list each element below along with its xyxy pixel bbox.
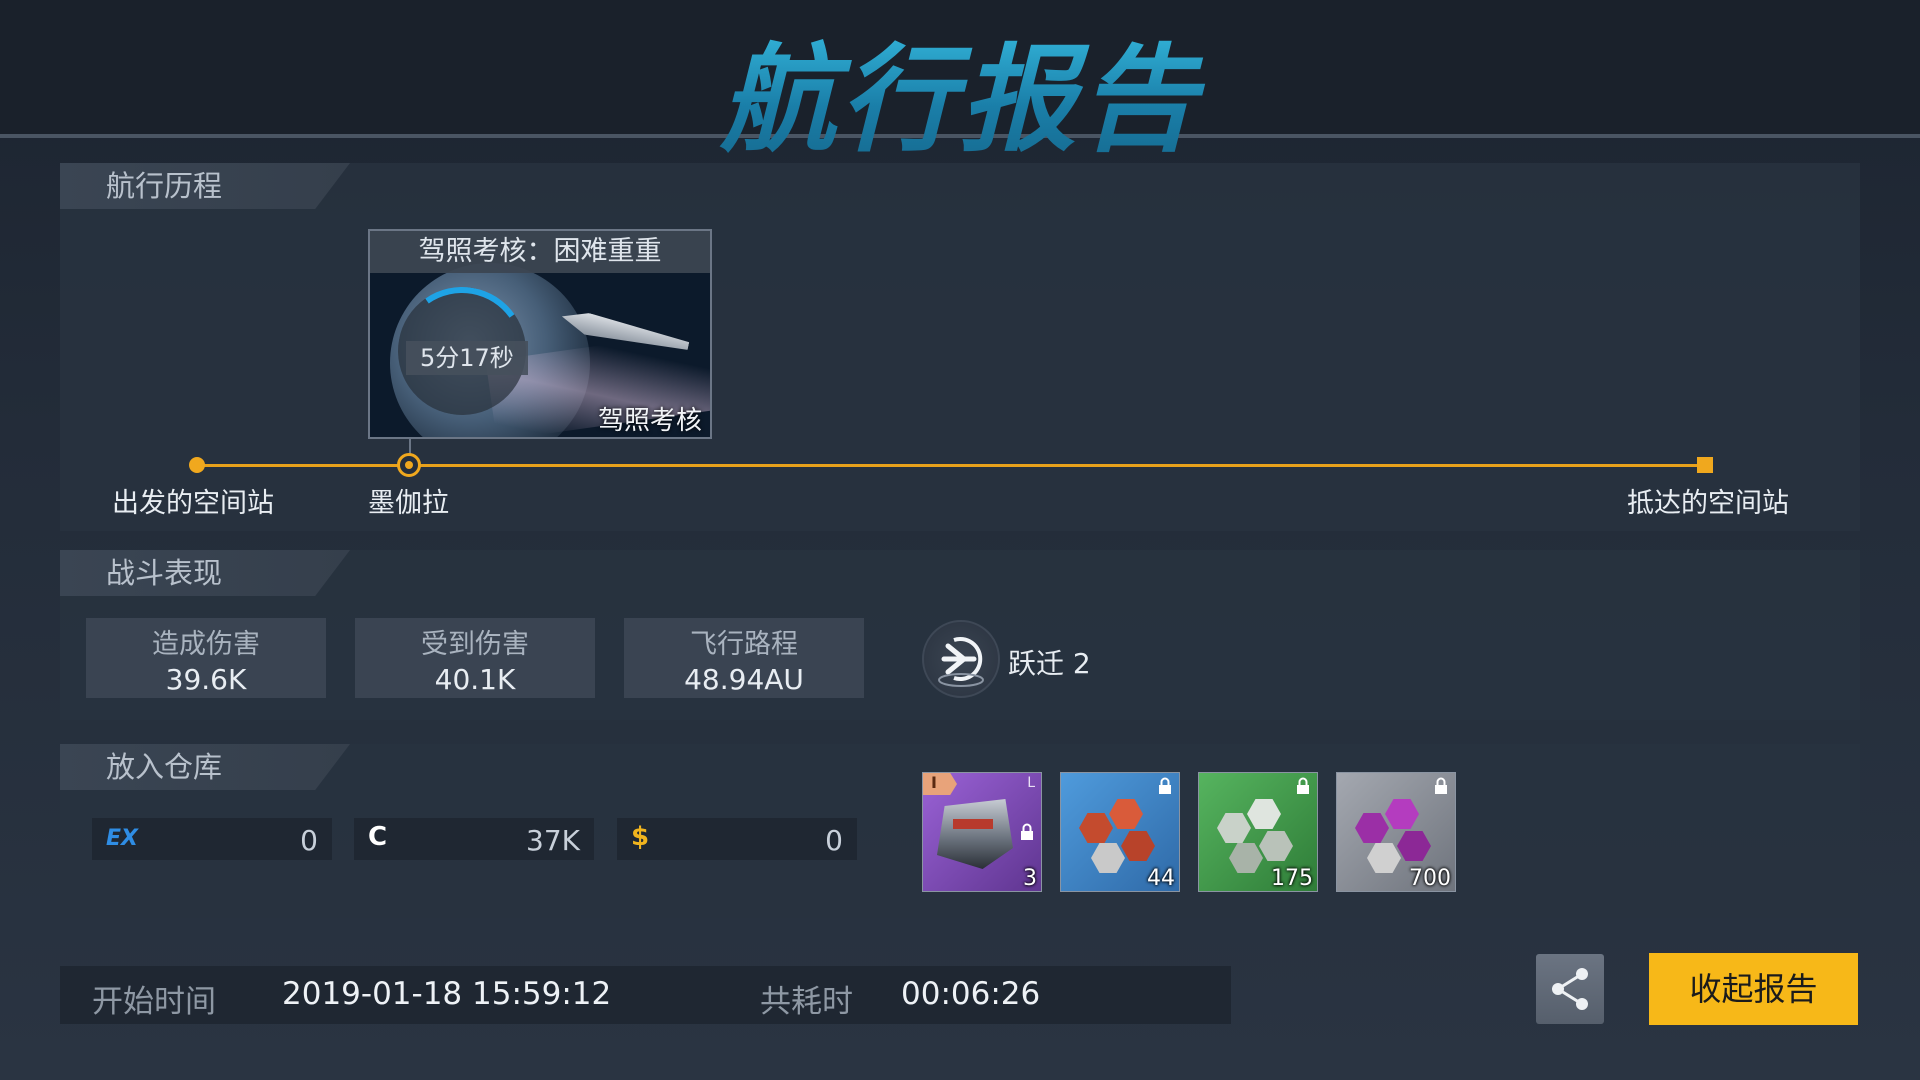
item-count: 700 <box>1409 866 1451 891</box>
storage-panel: 放入仓库 EX 0 C 37K $ 0 I L 3 44 175 700 <box>60 744 1860 918</box>
duration-label: 共耗时 <box>760 984 853 1020</box>
warp-icon <box>922 620 1000 698</box>
currency-value: 0 <box>300 824 318 857</box>
item-slot-purple-crystal[interactable]: 700 <box>1336 772 1456 892</box>
lock-icon <box>1435 777 1447 794</box>
stat-value: 48.94AU <box>684 663 804 696</box>
route-line <box>197 464 1707 467</box>
item-slot-orange-crystal[interactable]: 44 <box>1060 772 1180 892</box>
combat-tab-label: 战斗表现 <box>60 550 350 596</box>
warp-count-label: 跃迁 2 <box>1008 647 1091 680</box>
crystal-piece <box>1109 799 1143 829</box>
stat-damage-dealt: 造成伤害 39.6K <box>86 618 326 698</box>
item-count: 175 <box>1271 866 1313 891</box>
share-icon <box>1552 968 1588 1010</box>
item-slot-turret[interactable]: I L 3 <box>922 772 1042 892</box>
item-slot-green-crystal[interactable]: 175 <box>1198 772 1318 892</box>
event-timer: 5分17秒 <box>406 341 528 375</box>
lock-icon <box>1021 823 1033 840</box>
header-bar: 航行报告 <box>0 0 1920 168</box>
voyage-panel: 航行历程 5分17秒 驾照考核 驾照考核：困难重重 出发的空间站 墨伽拉 抵达的… <box>60 163 1860 531</box>
currency-value: 0 <box>825 824 843 857</box>
currency-credits: C 37K <box>354 818 594 860</box>
event-card-title: 驾照考核：困难重重 <box>370 231 710 273</box>
duration-value: 00:06:26 <box>901 976 1041 1012</box>
page-title: 航行报告 <box>0 6 1920 174</box>
lock-icon <box>1159 777 1171 794</box>
green-crystal-icon <box>1217 813 1251 843</box>
route-node-waypoint[interactable] <box>397 453 421 477</box>
stat-label: 受到伤害 <box>421 629 529 660</box>
crystal-piece <box>1397 831 1431 861</box>
turret-stripe <box>953 819 993 829</box>
event-image: 5分17秒 驾照考核 <box>370 263 710 437</box>
event-card[interactable]: 5分17秒 驾照考核 驾照考核：困难重重 <box>368 229 712 439</box>
crystal-piece <box>1385 799 1419 829</box>
turret-module-icon <box>937 799 1013 869</box>
stat-value: 40.1K <box>434 663 516 696</box>
currency-ex: EX 0 <box>92 818 332 860</box>
route-label-waypoint: 墨伽拉 <box>368 488 449 519</box>
route-node-end <box>1697 457 1713 473</box>
stat-label: 造成伤害 <box>152 629 260 660</box>
currency-dollar: $ 0 <box>617 818 857 860</box>
route-node-start <box>189 457 205 473</box>
item-count: 44 <box>1147 866 1175 891</box>
size-label: L <box>1027 775 1035 791</box>
storage-tab-label: 放入仓库 <box>60 744 350 790</box>
crystal-piece <box>1229 843 1263 873</box>
start-time-label: 开始时间 <box>92 984 216 1020</box>
share-button[interactable] <box>1536 954 1604 1024</box>
combat-panel: 战斗表现 造成伤害 39.6K 受到伤害 40.1K 飞行路程 48.94AU … <box>60 550 1860 720</box>
event-type-label: 驾照考核 <box>597 406 702 436</box>
voyage-tab-label: 航行历程 <box>60 163 350 209</box>
collapse-report-button[interactable]: 收起报告 <box>1649 953 1858 1025</box>
crystal-piece <box>1367 843 1401 873</box>
crystal-piece <box>1247 799 1281 829</box>
orange-crystal-icon <box>1079 813 1113 843</box>
time-info-bar: 开始时间 2019-01-18 15:59:12 共耗时 00:06:26 <box>60 966 1231 1024</box>
currency-value: 37K <box>526 824 580 857</box>
route-label-end: 抵达的空间站 <box>1627 488 1789 519</box>
credits-currency-icon: C <box>368 822 388 852</box>
stat-damage-taken: 受到伤害 40.1K <box>355 618 595 698</box>
ex-currency-icon: EX <box>106 826 138 851</box>
route-label-start: 出发的空间站 <box>112 488 274 519</box>
stat-value: 39.6K <box>165 663 247 696</box>
tier-badge: I <box>923 773 957 795</box>
crystal-piece <box>1259 831 1293 861</box>
stat-flight-distance: 飞行路程 48.94AU <box>624 618 864 698</box>
dollar-currency-icon: $ <box>631 822 650 852</box>
crystal-piece <box>1091 843 1125 873</box>
purple-crystal-icon <box>1355 813 1389 843</box>
stat-label: 飞行路程 <box>690 629 798 660</box>
crystal-piece <box>1121 831 1155 861</box>
item-count: 3 <box>1023 866 1037 891</box>
lock-icon <box>1297 777 1309 794</box>
start-time-value: 2019-01-18 15:59:12 <box>282 976 612 1012</box>
